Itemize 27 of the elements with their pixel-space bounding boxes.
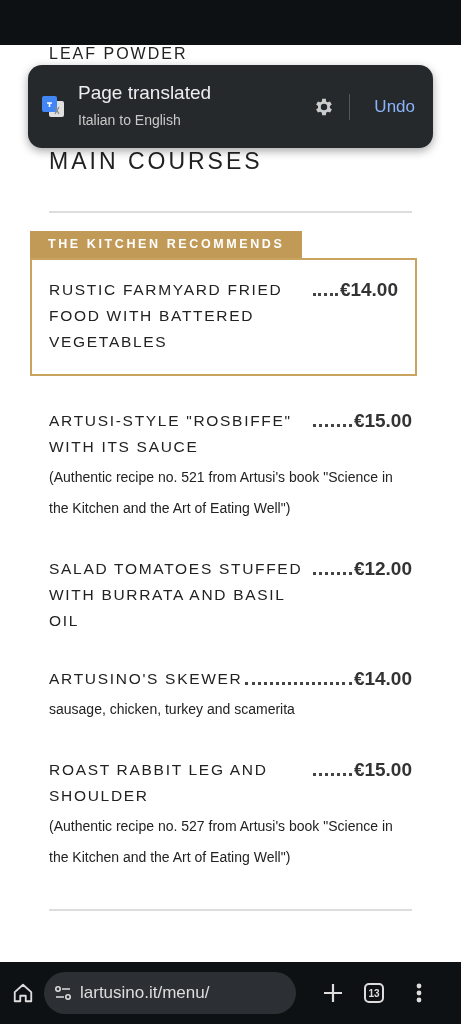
section-heading: MAIN COURSES: [49, 150, 264, 173]
menu-icon[interactable]: [416, 983, 422, 1003]
home-icon[interactable]: [12, 982, 34, 1004]
undo-button[interactable]: Undo: [368, 89, 421, 124]
menu-item-price: €14.00: [339, 277, 398, 302]
menu-item-name: ARTUSI-STYLE "ROSBIFFE" WITH ITS SAUCE: [49, 410, 293, 457]
menu-item-price: €14.00: [353, 666, 412, 691]
menu-item-price: €15.00: [353, 408, 412, 433]
site-settings-icon[interactable]: [54, 985, 72, 1001]
menu-item-description: sausage, chicken, turkey and scamerita: [49, 699, 296, 719]
menu-item-name: SALAD TOMATOES STUFFED WITH BURRATA AND BASIL OIL: [49, 558, 304, 631]
toast-title: Page translated: [78, 81, 213, 105]
menu-item-name: RUSTIC FARMYARD FRIED FOOD WITH BATTERED VEGETABLES: [49, 279, 284, 352]
menu-item-name: ROAST RABBIT LEG AND SHOULDER: [49, 759, 269, 806]
menu-item-price: €15.00: [353, 757, 412, 782]
toast-subtitle: Italian to English: [78, 111, 182, 131]
menu-item-name: LEAF POWDER: [49, 46, 189, 62]
featured-label: THE KITCHEN RECOMMENDS: [30, 231, 303, 258]
address-bar[interactable]: lartusino.it/menu/: [44, 972, 296, 1014]
menu-item-name: ARTUSINO'S SKEWER: [49, 668, 243, 689]
new-tab-icon[interactable]: [322, 982, 344, 1004]
menu-item-price: €12.00: [353, 556, 412, 581]
tab-count-button[interactable]: 13: [364, 983, 384, 1003]
menu-item-description: (Authentic recipe no. 527 from Artusi's book "Science in the Kitchen and the Art of Eating Well"): [49, 816, 394, 867]
menu-item-description: (Authentic recipe no. 521 from Artusi's book "Science in the Kitchen and the Art of Eating Well"): [49, 467, 394, 518]
translate-icon: [40, 93, 66, 120]
url-text: lartusino.it/menu/: [80, 982, 210, 1005]
